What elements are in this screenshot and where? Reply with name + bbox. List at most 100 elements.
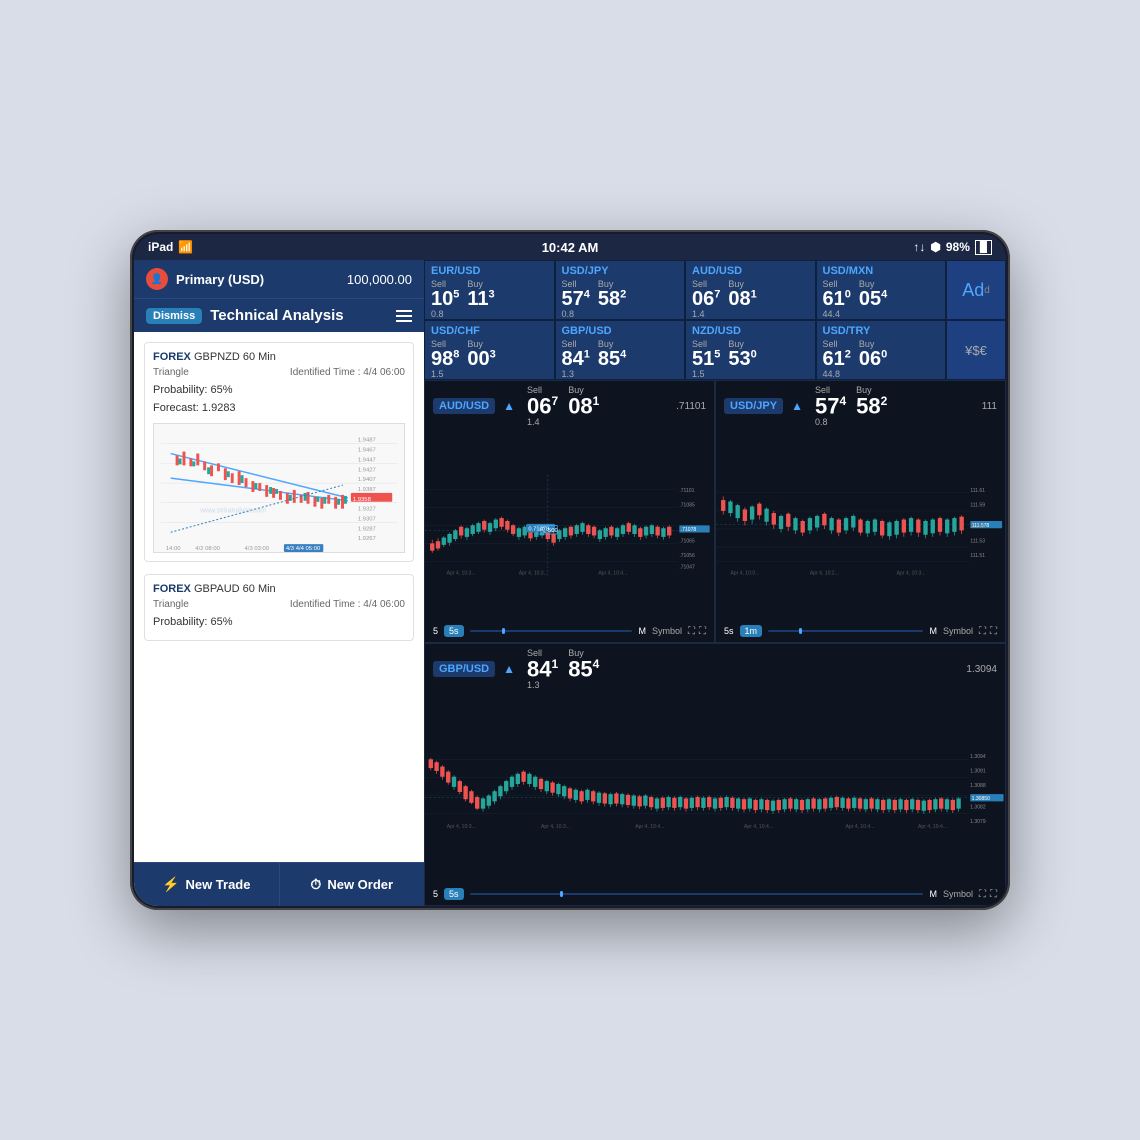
svg-text:1.3079: 1.3079: [970, 819, 986, 825]
audusd-time-m[interactable]: M: [638, 626, 646, 636]
signal-icon: ↑↓: [913, 240, 925, 254]
identified-1: Identified Time : 4/4 06:00: [290, 367, 405, 378]
chart-gbpusd-right: 1.3094: [966, 664, 997, 675]
usdjpy-time-s[interactable]: 5s: [724, 626, 734, 636]
svg-text:1.3094: 1.3094: [970, 754, 986, 760]
identified-2: Identified Time : 4/4 06:00: [290, 599, 405, 610]
chart-audusd-arrow: ▲: [503, 399, 515, 413]
panel-body[interactable]: FOREX GBPNZD 60 Min Triangle Identified …: [134, 332, 424, 862]
hamburger-menu[interactable]: [396, 310, 412, 322]
svg-text:4/3 4/4 05:00: 4/3 4/4 05:00: [286, 546, 321, 552]
ticker-usdmxn[interactable]: USD/MXN Sell 610 44.4 Buy 054: [816, 260, 947, 320]
chart-usdjpy-body: 111.578 111.61 111.59 111.55 111.53 111.…: [716, 431, 1005, 620]
gbpusd-time-5s[interactable]: 5s: [444, 888, 464, 900]
main-content: 👤 Primary (USD) 100,000.00 Dismiss Techn…: [134, 260, 1006, 906]
ticker-usdtry[interactable]: USD/TRY Sell 612 44.8 Buy 060: [816, 320, 947, 380]
account-balance: 100,000.00: [347, 272, 412, 287]
chart-usdjpy-right: 111: [982, 401, 997, 412]
audusd-symbol-label: Symbol: [652, 626, 682, 636]
usdjpy-timeline[interactable]: [768, 630, 923, 632]
svg-text:111.51: 111.51: [970, 553, 985, 559]
forecast-1: Forecast: 1.9283: [153, 400, 405, 418]
svg-text:Apr 4, 10:4...: Apr 4, 10:4...: [598, 571, 627, 577]
ticker-eurusd[interactable]: EUR/USD Sell 105 0.8 Buy 113: [424, 260, 555, 320]
fullscreen-icon-3[interactable]: ⛶: [990, 889, 997, 900]
chart-audusd-symbol: AUD/USD: [433, 398, 495, 414]
svg-text:1.9307: 1.9307: [358, 517, 376, 523]
svg-text:4/3 03:00: 4/3 03:00: [245, 546, 270, 552]
analysis-chart-1: 1.9487 1.9467 1.9447 1.9427 1.9407 1.938…: [153, 423, 405, 553]
expand-icon-1[interactable]: ⛶: [688, 626, 695, 637]
ticker-add[interactable]: Add: [946, 260, 1006, 320]
audusd-time-5s[interactable]: 5s: [444, 625, 464, 637]
svg-text:1.9387: 1.9387: [358, 487, 376, 493]
new-order-button[interactable]: ⏱ New Order: [280, 863, 425, 906]
ticker-nzdusd[interactable]: NZD/USD Sell 515 1.5 Buy 530: [685, 320, 816, 380]
ticker-gbpusd-top[interactable]: GBP/USD Sell 841 1.3 Buy 854: [555, 320, 686, 380]
new-trade-button[interactable]: ⚡ New Trade: [134, 863, 280, 906]
account-header: 👤 Primary (USD) 100,000.00: [134, 260, 424, 298]
svg-text:111.59: 111.59: [970, 503, 985, 509]
chart-gbpusd-header: GBP/USD ▲ Sell 841 1.3 Buy 854: [425, 644, 1005, 694]
usdjpy-time-m[interactable]: M: [929, 626, 937, 636]
svg-text:Apr 4, 10:3...: Apr 4, 10:3...: [447, 825, 476, 831]
avatar: 👤: [146, 268, 168, 290]
ticker-audusd-top[interactable]: AUD/USD Sell 067 1.4 Buy 081: [685, 260, 816, 320]
dismiss-button[interactable]: Dismiss: [146, 308, 202, 324]
new-order-icon: ⏱: [310, 876, 321, 893]
probability-1: Probability: 65%: [153, 382, 405, 400]
tablet-frame: iPad 📶 10:42 AM ↑↓ ⬢ 98% █ 👤 Primary (US…: [130, 230, 1010, 910]
usdjpy-symbol-label: Symbol: [943, 626, 973, 636]
svg-text:⛏ 500: ⛏ 500: [539, 527, 558, 534]
bluetooth-icon: ⬢: [930, 240, 940, 254]
ticker-row-2: USD/CHF Sell 988 1.5 Buy 003: [424, 320, 1006, 380]
audusd-time-s[interactable]: 5: [433, 626, 438, 636]
chart-audusd-footer: 5 5s M Symbol ⛶ ⛶: [425, 620, 714, 642]
chart-audusd: AUD/USD ▲ Sell 067 1.4 Buy 081: [424, 380, 715, 643]
ticker-rows: EUR/USD Sell 105 0.8 Buy 113: [424, 260, 1006, 380]
status-left: iPad 📶: [148, 240, 193, 254]
gbpusd-time-m[interactable]: M: [929, 889, 937, 899]
gbpusd-timeline[interactable]: [470, 893, 924, 895]
fullscreen-icon-2[interactable]: ⛶: [990, 626, 997, 637]
svg-text:www.strkanalyist.com: www.strkanalyist.com: [199, 508, 266, 515]
right-panel: EUR/USD Sell 105 0.8 Buy 113: [424, 260, 1006, 906]
audusd-timeline[interactable]: [470, 630, 633, 632]
analysis-card-2: FOREX GBPAUD 60 Min Triangle Identified …: [144, 574, 414, 641]
battery-percent: 98%: [946, 240, 970, 254]
panel-title: Technical Analysis: [210, 307, 343, 324]
ticker-usdchf[interactable]: USD/CHF Sell 988 1.5 Buy 003: [424, 320, 555, 380]
usdjpy-time-1m[interactable]: 1m: [740, 625, 763, 637]
battery-icon: █: [975, 240, 992, 255]
ticker-add-2[interactable]: ¥$€: [946, 320, 1006, 380]
svg-text:1.9358: 1.9358: [353, 497, 372, 503]
ticker-row-1: EUR/USD Sell 105 0.8 Buy 113: [424, 260, 1006, 320]
expand-icon-2[interactable]: ⛶: [979, 626, 986, 637]
chart-gbpusd: GBP/USD ▲ Sell 841 1.3 Buy 854: [424, 643, 1006, 906]
chart-usdjpy-footer: 5s 1m M Symbol ⛶ ⛶: [716, 620, 1005, 642]
svg-text:Apr 4, 10:4...: Apr 4, 10:4...: [846, 825, 875, 831]
svg-text:Apr 4, 10:2...: Apr 4, 10:2...: [810, 571, 839, 577]
svg-text:Apr 4, 10:0...: Apr 4, 10:0...: [730, 571, 759, 577]
svg-text:Apr 4, 10:3...: Apr 4, 10:3...: [897, 571, 926, 577]
chart-usdjpy: USD/JPY ▲ Sell 574 0.8 Buy 582: [715, 380, 1006, 643]
chart-usdjpy-symbol: USD/JPY: [724, 398, 783, 414]
chart-usdjpy-header: USD/JPY ▲ Sell 574 0.8 Buy 582: [716, 381, 1005, 431]
expand-icon-3[interactable]: ⛶: [979, 889, 986, 900]
analysis-stats-2: Probability: 65%: [153, 614, 405, 632]
svg-text:Apr 4, 10:3...: Apr 4, 10:3...: [447, 571, 476, 577]
fullscreen-icon-1[interactable]: ⛶: [699, 626, 706, 637]
chart-gbpusd-prices: Sell 841 1.3 Buy 854: [527, 648, 599, 690]
panel-footer: ⚡ New Trade ⏱ New Order: [134, 862, 424, 906]
svg-text:1.3082: 1.3082: [970, 805, 986, 811]
svg-text:Apr 4, 10:4...: Apr 4, 10:4...: [918, 825, 947, 831]
gbpusd-time-s[interactable]: 5: [433, 889, 438, 899]
ticker-usdjpy[interactable]: USD/JPY Sell 574 0.8 Buy 582: [555, 260, 686, 320]
pattern-2: Triangle: [153, 599, 189, 610]
status-time: 10:42 AM: [542, 240, 599, 255]
svg-text:.71101: .71101: [679, 488, 694, 494]
svg-text:.71078: .71078: [681, 527, 697, 533]
svg-text:.71056: .71056: [679, 553, 695, 559]
svg-text:.71065: .71065: [679, 539, 695, 545]
chart-gbpusd-arrow: ▲: [503, 662, 515, 676]
